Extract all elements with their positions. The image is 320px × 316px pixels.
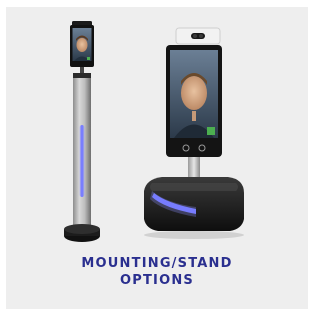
caption-line-1: MOUNTING/STAND (81, 256, 233, 271)
mounting-stand-options-card[interactable]: MOUNTING/STAND OPTIONS (6, 7, 308, 309)
caption-line-2: OPTIONS (120, 273, 194, 288)
product-image (64, 21, 244, 242)
desktop-stand-kiosk-icon (144, 27, 244, 239)
floor-stand-kiosk-icon (64, 21, 100, 242)
